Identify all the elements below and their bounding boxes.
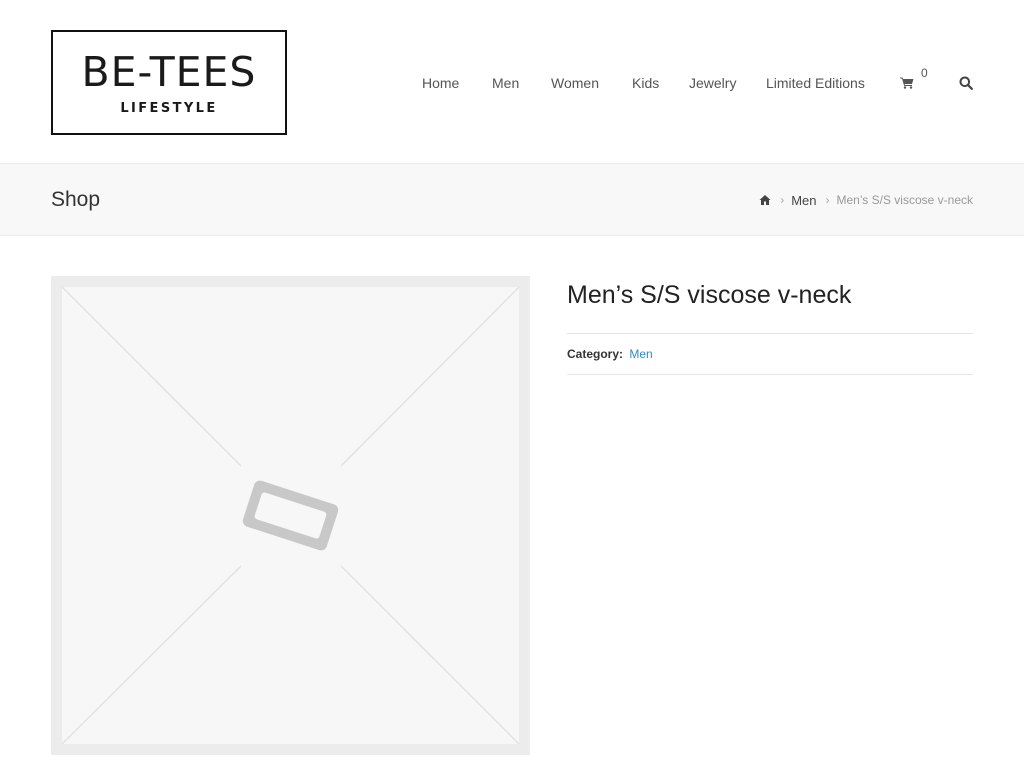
logo-sub-text: LIFESTYLE: [120, 100, 218, 116]
nav-item-women[interactable]: Women: [551, 72, 599, 94]
product-meta: Category: Men: [567, 334, 973, 375]
nav-item-kids[interactable]: Kids: [632, 72, 659, 94]
home-icon: [759, 195, 771, 205]
page-title: Shop: [51, 188, 101, 211]
product-summary: Men’s S/S viscose v-neck Category: Men: [567, 276, 973, 375]
category-label: Category:: [567, 347, 624, 361]
breadcrumb-separator-icon: ›: [780, 193, 785, 207]
search-button[interactable]: [959, 76, 973, 90]
breadcrumb-link-men[interactable]: Men: [791, 193, 816, 208]
main-nav: Home Men Women Kids Jewelry Limited Edit…: [0, 72, 1024, 94]
nav-item-men[interactable]: Men: [492, 72, 519, 94]
cart-count-badge: 0: [921, 66, 928, 80]
product-image[interactable]: [51, 276, 530, 755]
breadcrumb: › Men › Men’s S/S viscose v-neck: [759, 192, 973, 208]
nav-item-home[interactable]: Home: [422, 72, 459, 94]
shopping-cart-icon: [900, 77, 914, 89]
page-title-bar: Shop › Men › Men’s S/S viscose v-neck: [0, 164, 1024, 236]
breadcrumb-home-link[interactable]: [759, 194, 771, 206]
nav-item-limited-editions[interactable]: Limited Editions: [766, 72, 865, 94]
breadcrumb-separator-icon: ›: [825, 193, 830, 207]
site-header: BE-TEES LIFESTYLE Home Men Women Kids Je…: [0, 0, 1024, 164]
category-link-men[interactable]: Men: [629, 347, 652, 361]
product-title: Men’s S/S viscose v-neck: [567, 276, 973, 334]
placeholder-image-icon: [61, 286, 520, 745]
nav-item-jewelry[interactable]: Jewelry: [689, 72, 736, 94]
search-icon: [959, 76, 973, 90]
breadcrumb-current: Men’s S/S viscose v-neck: [836, 193, 974, 207]
